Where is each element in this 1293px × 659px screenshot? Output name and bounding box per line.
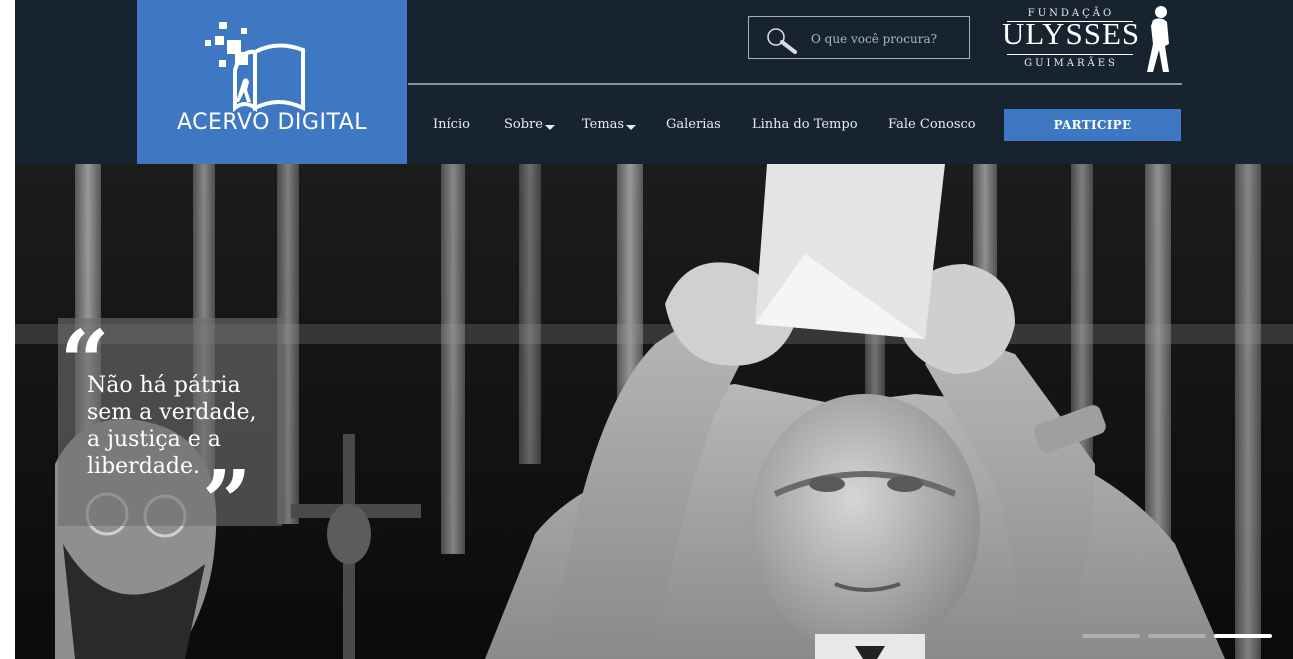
fug-logo-rule: [1007, 54, 1133, 55]
fug-logo-bottom: GUIMARÃES: [1024, 58, 1118, 69]
nav-inicio[interactable]: Início: [433, 117, 470, 132]
quote-line: liberdade.: [87, 454, 200, 479]
chevron-down-icon: [626, 125, 637, 130]
slider-pagination: [1082, 634, 1272, 638]
header-divider: [408, 83, 1182, 85]
logo-title: ACERVO DIGITAL: [177, 110, 367, 135]
book-logo-icon: [205, 22, 305, 112]
chevron-down-icon: [544, 125, 555, 130]
walking-man-icon: [1147, 6, 1169, 72]
quote-line: Não há pátria: [87, 373, 241, 398]
nav-sobre[interactable]: Sobre: [504, 117, 555, 132]
search-input[interactable]: [809, 27, 963, 51]
fug-logo-main: ULYSSES: [1001, 16, 1141, 55]
nav-fale-conosco[interactable]: Fale Conosco: [888, 117, 976, 132]
quote-line: sem a verdade,: [87, 400, 257, 425]
fug-logo-rule: [1007, 21, 1133, 22]
quote-line: a justiça e a: [87, 427, 221, 452]
close-quote-mark: ”: [202, 452, 252, 553]
slide-indicator-1[interactable]: [1082, 634, 1140, 638]
quote-box: “ Não há pátria sem a verdade, a justiça…: [58, 318, 282, 546]
participe-button[interactable]: PARTICIPE: [1004, 109, 1181, 141]
site-header: ACERVO DIGITAL FUNDAÇÃO ULYSSES GUIMARÃE…: [15, 0, 1293, 164]
nav-galerias[interactable]: Galerias: [666, 117, 721, 132]
fundacao-ulysses-guimaraes-logo[interactable]: FUNDAÇÃO ULYSSES GUIMARÃES: [1001, 4, 1181, 76]
slide-indicator-2[interactable]: [1148, 634, 1206, 638]
search-box[interactable]: [748, 16, 970, 59]
slide-indicator-3[interactable]: [1214, 634, 1272, 638]
hero-slider[interactable]: “ Não há pátria sem a verdade, a justiça…: [15, 164, 1293, 659]
page: ACERVO DIGITAL FUNDAÇÃO ULYSSES GUIMARÃE…: [15, 0, 1293, 659]
nav-temas[interactable]: Temas: [582, 117, 637, 132]
acervo-digital-logo[interactable]: ACERVO DIGITAL: [137, 0, 407, 164]
search-icon[interactable]: [765, 26, 799, 54]
nav-linha-do-tempo[interactable]: Linha do Tempo: [752, 117, 858, 132]
quote-text: Não há pátria sem a verdade, a justiça e…: [87, 372, 287, 480]
